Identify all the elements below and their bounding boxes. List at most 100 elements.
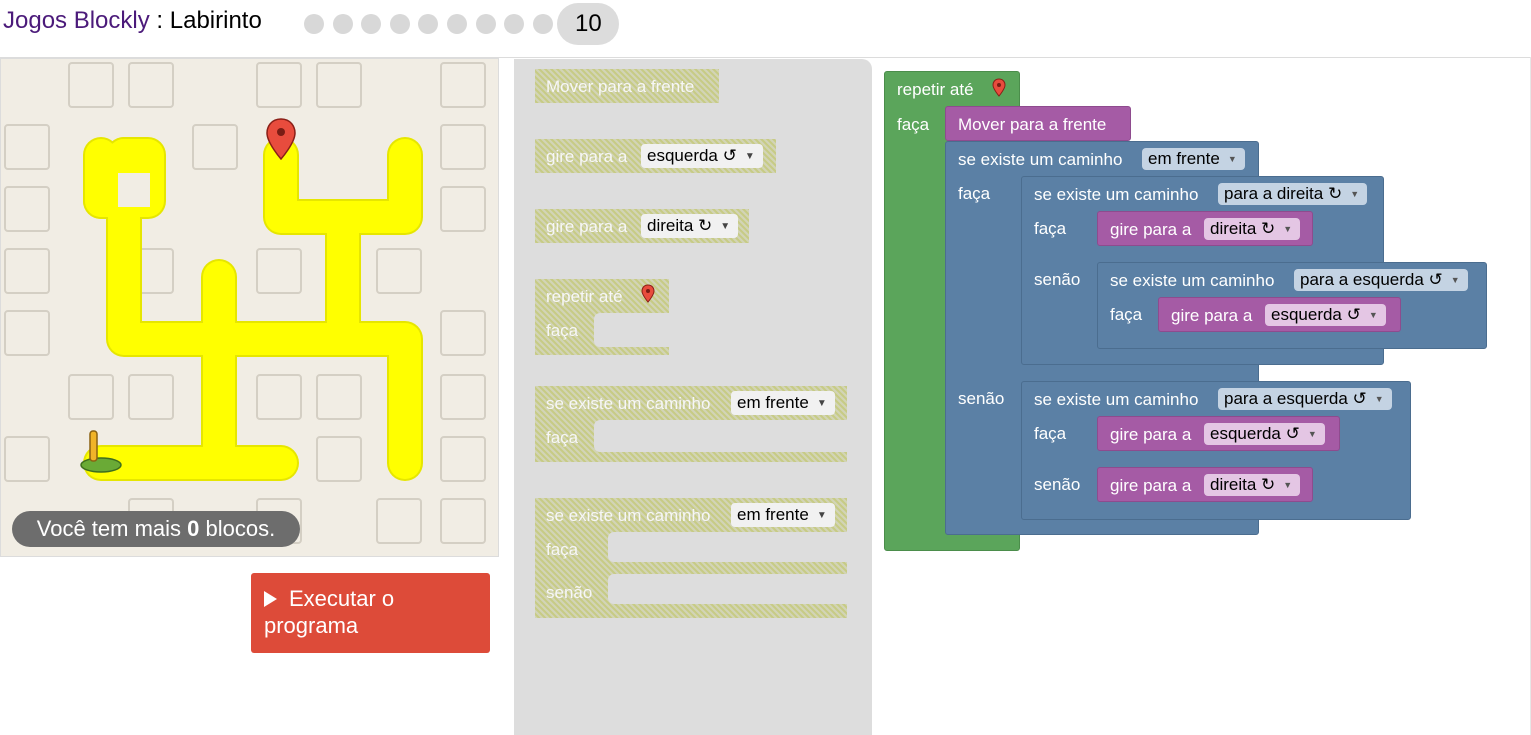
block-label: Mover para a frente	[546, 77, 695, 96]
path-direction-dropdown[interactable]: em frente ▼	[1142, 148, 1245, 170]
run-program-button[interactable]: Executar o programa	[251, 573, 490, 653]
turn-direction-dropdown[interactable]: esquerda ↺ ▼	[641, 144, 763, 168]
current-level-badge[interactable]: 10	[557, 3, 620, 45]
turn-direction-dropdown[interactable]: esquerda ↺ ▼	[1265, 304, 1386, 326]
statement-slot	[594, 313, 669, 347]
toolbox-if-else-path-block[interactable]: se existe um caminho em frente ▼ faça sen…	[535, 498, 847, 618]
marker-icon	[992, 78, 1006, 97]
path-direction-dropdown[interactable]: em frente ▼	[731, 503, 835, 527]
dropdown-value: em frente	[737, 505, 809, 524]
level-dot[interactable]	[361, 14, 382, 34]
dropdown-arrow-icon: ▼	[816, 398, 827, 409]
game-name: Labirinto	[169, 7, 262, 34]
block-label: faça	[897, 115, 930, 134]
block-label: gire para a	[546, 217, 628, 236]
dropdown-arrow-icon: ▼	[720, 221, 731, 232]
block-label: gire para a	[1110, 425, 1192, 444]
turn-direction-dropdown[interactable]: direita ↻ ▼	[1204, 218, 1301, 240]
path-direction-dropdown[interactable]: para a esquerda ↺ ▼	[1218, 388, 1392, 410]
dropdown-arrow-icon: ▼	[1227, 154, 1237, 164]
dropdown-value: para a direita ↻	[1224, 184, 1343, 203]
block-label: faça	[1034, 219, 1067, 238]
dropdown-value: para a esquerda ↺	[1224, 389, 1367, 408]
dropdown-arrow-icon: ▼	[1283, 480, 1293, 490]
maze-board	[0, 58, 499, 557]
title-separator: :	[149, 7, 170, 34]
path-direction-dropdown[interactable]: em frente ▼	[731, 391, 835, 415]
block-label: gire para a	[546, 147, 628, 166]
block-label: se existe um caminho	[958, 150, 1123, 169]
statement-slot	[608, 532, 847, 562]
toolbox-turn-right-block[interactable]: gire para a direita ↻ ▼	[535, 209, 749, 243]
toolbox-repeat-until-block[interactable]: repetir até faça	[535, 279, 669, 355]
level-selector: 10	[304, 3, 620, 45]
dropdown-value: esquerda ↺	[1271, 305, 1361, 324]
marker-icon	[641, 284, 655, 303]
block-label: repetir até	[897, 80, 974, 99]
block-label: faça	[546, 540, 579, 559]
capacity-prefix: Você tem mais	[36, 516, 188, 541]
turn-block[interactable]: gire para a esquerda ↺ ▼	[1097, 416, 1340, 451]
dropdown-value: para a esquerda ↺	[1300, 270, 1443, 289]
dropdown-value: direita ↻	[1210, 475, 1276, 494]
block-label: se existe um caminho	[546, 394, 711, 413]
block-label: gire para a	[1171, 306, 1253, 325]
block-label: faça	[546, 428, 579, 447]
block-label: faça	[546, 321, 579, 340]
run-program-label: Executar o programa	[264, 586, 395, 638]
turn-block[interactable]: gire para a direita ↻ ▼	[1097, 211, 1313, 246]
block-label: se existe um caminho	[1034, 185, 1199, 204]
block-label: senão	[546, 583, 593, 602]
block-label: faça	[1110, 305, 1143, 324]
turn-direction-dropdown[interactable]: direita ↻ ▼	[641, 214, 739, 238]
block-label: senão	[1034, 270, 1081, 289]
dropdown-value: direita ↻	[647, 216, 713, 235]
block-label: senão	[1034, 475, 1081, 494]
toolbox-turn-left-block[interactable]: gire para a esquerda ↺ ▼	[535, 139, 776, 173]
dropdown-value: esquerda ↺	[1210, 424, 1300, 443]
block-label: gire para a	[1110, 476, 1192, 495]
path-direction-dropdown[interactable]: para a esquerda ↺ ▼	[1294, 269, 1468, 291]
dropdown-arrow-icon: ▼	[1450, 275, 1460, 285]
turn-direction-dropdown[interactable]: esquerda ↺ ▼	[1204, 423, 1325, 445]
level-dot[interactable]	[504, 14, 525, 34]
statement-slot	[608, 574, 847, 604]
block-label: se existe um caminho	[1110, 271, 1275, 290]
dropdown-value: em frente	[1148, 149, 1220, 168]
app-name-link[interactable]: Jogos Blockly	[3, 7, 150, 34]
dropdown-arrow-icon: ▼	[744, 151, 755, 162]
play-icon	[264, 591, 277, 607]
dropdown-arrow-icon: ▼	[1307, 429, 1317, 439]
block-label: senão	[958, 389, 1005, 408]
dropdown-arrow-icon: ▼	[1350, 189, 1360, 199]
turn-direction-dropdown[interactable]: direita ↻ ▼	[1204, 474, 1301, 496]
toolbox-flyout: Mover para a frente gire para a esquerda…	[514, 59, 872, 735]
block-label: se existe um caminho	[546, 506, 711, 525]
capacity-bubble: Você tem mais 0 blocos.	[12, 511, 300, 547]
level-dot[interactable]	[532, 14, 553, 34]
level-dot[interactable]	[446, 14, 467, 34]
level-dot[interactable]	[304, 14, 324, 34]
capacity-suffix: blocos.	[199, 516, 276, 541]
statement-slot	[594, 420, 847, 452]
level-dot[interactable]	[475, 14, 496, 34]
toolbox-if-path-block[interactable]: se existe um caminho em frente ▼ faça	[535, 386, 847, 462]
level-dot[interactable]	[332, 14, 353, 34]
dropdown-value: direita ↻	[1210, 219, 1276, 238]
level-dot[interactable]	[389, 14, 410, 34]
block-label: se existe um caminho	[1034, 390, 1199, 409]
block-label: faça	[1034, 424, 1067, 443]
level-dot[interactable]	[418, 14, 439, 34]
block-label: faça	[958, 184, 991, 203]
dropdown-value: esquerda ↺	[647, 146, 737, 165]
path-direction-dropdown[interactable]: para a direita ↻ ▼	[1218, 183, 1368, 205]
dropdown-arrow-icon: ▼	[1283, 224, 1293, 234]
turn-block[interactable]: gire para a esquerda ↺ ▼	[1158, 297, 1401, 332]
dropdown-arrow-icon: ▼	[1374, 394, 1384, 404]
toolbox-move-forward-block[interactable]: Mover para a frente	[535, 69, 719, 103]
turn-block[interactable]: gire para a direita ↻ ▼	[1097, 467, 1313, 502]
dropdown-value: em frente	[737, 393, 809, 412]
dropdown-arrow-icon: ▼	[816, 510, 827, 521]
block-label: gire para a	[1110, 220, 1192, 239]
move-forward-block[interactable]: Mover para a frente	[945, 106, 1131, 141]
